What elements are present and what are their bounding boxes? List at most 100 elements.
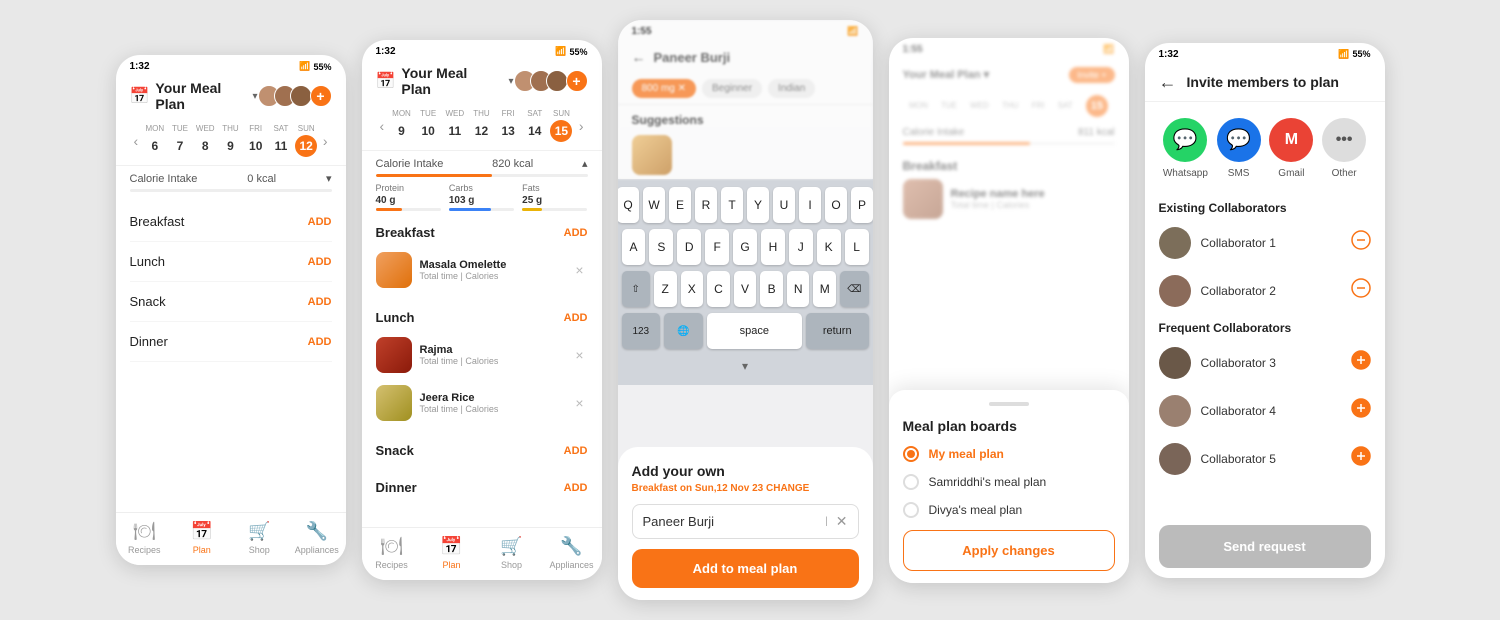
nav-shop-1[interactable]: 🛒 Shop bbox=[231, 521, 289, 555]
key-X[interactable]: X bbox=[681, 271, 704, 307]
cal-day-1[interactable]: TUE 7 bbox=[169, 124, 191, 157]
add-dinner-btn-2[interactable]: ADD bbox=[564, 482, 588, 494]
cal-day-5[interactable]: SAT 11 bbox=[270, 124, 292, 157]
key-W[interactable]: W bbox=[643, 187, 665, 223]
key-globe[interactable]: 🌐 bbox=[664, 313, 703, 349]
back-icon-3[interactable]: ← bbox=[632, 49, 646, 65]
change-button[interactable]: CHANGE bbox=[766, 483, 809, 494]
add-collaborator-4-button[interactable] bbox=[1351, 398, 1371, 423]
board-option-my-meal-plan[interactable]: My meal plan bbox=[903, 446, 1115, 462]
nav-plan-2[interactable]: 📅 Plan bbox=[422, 536, 482, 570]
add-collaborator-3-button[interactable] bbox=[1351, 350, 1371, 375]
remove-rajma-button[interactable]: × bbox=[571, 343, 587, 367]
cal-day-2-6[interactable]: SUN 15 bbox=[550, 109, 572, 142]
add-to-meal-plan-button[interactable]: Add to meal plan bbox=[632, 549, 859, 588]
nav-appliances-2[interactable]: 🔧 Appliances bbox=[542, 536, 602, 570]
cal-next-2[interactable]: › bbox=[575, 118, 588, 134]
tag-beginner[interactable]: Beginner bbox=[702, 79, 762, 98]
key-C[interactable]: C bbox=[707, 271, 730, 307]
key-Q[interactable]: Q bbox=[618, 187, 640, 223]
add-snack-btn-2[interactable]: ADD bbox=[564, 445, 588, 457]
key-F[interactable]: F bbox=[705, 229, 729, 265]
calorie-chevron-2[interactable]: ▴ bbox=[582, 157, 588, 170]
key-L[interactable]: L bbox=[845, 229, 869, 265]
calorie-chevron-1[interactable]: ▾ bbox=[326, 172, 332, 185]
key-shift[interactable]: ⇧ bbox=[622, 271, 650, 307]
cal-day-4[interactable]: FRI 10 bbox=[245, 124, 267, 157]
board-option-divya[interactable]: Divya's meal plan bbox=[903, 502, 1115, 518]
key-Z[interactable]: Z bbox=[654, 271, 677, 307]
key-Y[interactable]: Y bbox=[747, 187, 769, 223]
add-own-input[interactable]: Paneer Burji bbox=[643, 514, 818, 529]
key-E[interactable]: E bbox=[669, 187, 691, 223]
remove-masala-omelette-button[interactable]: × bbox=[571, 258, 587, 282]
cal-day-0[interactable]: MON 6 bbox=[144, 124, 166, 157]
share-sms[interactable]: 💬 SMS bbox=[1217, 118, 1261, 179]
nav-recipes-2[interactable]: 🍽 Recipes bbox=[362, 536, 422, 570]
key-space[interactable]: space bbox=[707, 313, 802, 349]
key-123[interactable]: 123 bbox=[622, 313, 661, 349]
remove-collaborator-1-button[interactable] bbox=[1351, 230, 1371, 255]
tag-800mg[interactable]: 800 mg ✕ bbox=[632, 79, 697, 98]
add-collaborator-5-button[interactable] bbox=[1351, 446, 1371, 471]
cal-prev-2[interactable]: ‹ bbox=[376, 118, 389, 134]
key-return[interactable]: return bbox=[806, 313, 869, 349]
remove-collaborator-2-button[interactable] bbox=[1351, 278, 1371, 303]
key-A[interactable]: A bbox=[622, 229, 646, 265]
key-S[interactable]: S bbox=[649, 229, 673, 265]
key-M[interactable]: M bbox=[813, 271, 836, 307]
add-snack-button-1[interactable]: ADD bbox=[308, 296, 332, 308]
share-other[interactable]: ••• Other bbox=[1322, 118, 1366, 179]
nav-appliances-1[interactable]: 🔧 Appliances bbox=[288, 521, 346, 555]
share-whatsapp[interactable]: 💬 Whatsapp bbox=[1163, 118, 1208, 179]
add-lunch-btn-2[interactable]: ADD bbox=[564, 312, 588, 324]
key-J[interactable]: J bbox=[789, 229, 813, 265]
add-lunch-button-1[interactable]: ADD bbox=[308, 256, 332, 268]
clear-input-button[interactable]: ✕ bbox=[836, 513, 848, 530]
key-U[interactable]: U bbox=[773, 187, 795, 223]
cal-day-2-3[interactable]: THU 12 bbox=[470, 109, 492, 142]
key-B[interactable]: B bbox=[760, 271, 783, 307]
cal-day-3[interactable]: THU 9 bbox=[219, 124, 241, 157]
remove-jeera-rice-button[interactable]: × bbox=[571, 391, 587, 415]
share-gmail[interactable]: M Gmail bbox=[1269, 118, 1313, 179]
tag-indian[interactable]: Indian bbox=[768, 79, 815, 98]
radio-samriddhi[interactable] bbox=[903, 474, 919, 490]
cal-day-2[interactable]: WED 8 bbox=[194, 124, 216, 157]
key-H[interactable]: H bbox=[761, 229, 785, 265]
radio-my-meal-plan[interactable] bbox=[903, 446, 919, 462]
cal-prev-1[interactable]: ‹ bbox=[130, 133, 143, 149]
cal-day-2-1[interactable]: TUE 10 bbox=[417, 109, 439, 142]
add-collaborator-button-2[interactable]: + bbox=[566, 70, 588, 92]
key-K[interactable]: K bbox=[817, 229, 841, 265]
key-N[interactable]: N bbox=[787, 271, 810, 307]
add-breakfast-button-1[interactable]: ADD bbox=[308, 216, 332, 228]
radio-divya[interactable] bbox=[903, 502, 919, 518]
key-D[interactable]: D bbox=[677, 229, 701, 265]
cal-day-2-4[interactable]: FRI 13 bbox=[497, 109, 519, 142]
add-breakfast-btn-2[interactable]: ADD bbox=[564, 227, 588, 239]
key-P[interactable]: P bbox=[851, 187, 873, 223]
send-request-button[interactable]: Send request bbox=[1159, 525, 1371, 568]
cal-day-6[interactable]: SUN 12 bbox=[295, 124, 317, 157]
key-T[interactable]: T bbox=[721, 187, 743, 223]
key-backspace[interactable]: ⌫ bbox=[840, 271, 868, 307]
back-button-5[interactable]: ← bbox=[1159, 72, 1177, 93]
nav-recipes-1[interactable]: 🍽 Recipes bbox=[116, 521, 174, 555]
board-option-samriddhi[interactable]: Samriddhi's meal plan bbox=[903, 474, 1115, 490]
key-G[interactable]: G bbox=[733, 229, 757, 265]
key-I[interactable]: I bbox=[799, 187, 821, 223]
cal-day-2-2[interactable]: WED 11 bbox=[444, 109, 466, 142]
apply-changes-button[interactable]: Apply changes bbox=[903, 530, 1115, 571]
nav-shop-2[interactable]: 🛒 Shop bbox=[482, 536, 542, 570]
cal-next-1[interactable]: › bbox=[319, 133, 332, 149]
kb-chevron-down[interactable]: ▾ bbox=[622, 355, 869, 377]
key-O[interactable]: O bbox=[825, 187, 847, 223]
key-R[interactable]: R bbox=[695, 187, 717, 223]
add-collaborator-button-1[interactable]: + bbox=[310, 85, 332, 107]
nav-plan-1[interactable]: 📅 Plan bbox=[173, 521, 231, 555]
add-own-input-row[interactable]: Paneer Burji | ✕ bbox=[632, 504, 859, 539]
cal-day-2-0[interactable]: MON 9 bbox=[391, 109, 413, 142]
key-V[interactable]: V bbox=[734, 271, 757, 307]
cal-day-2-5[interactable]: SAT 14 bbox=[524, 109, 546, 142]
